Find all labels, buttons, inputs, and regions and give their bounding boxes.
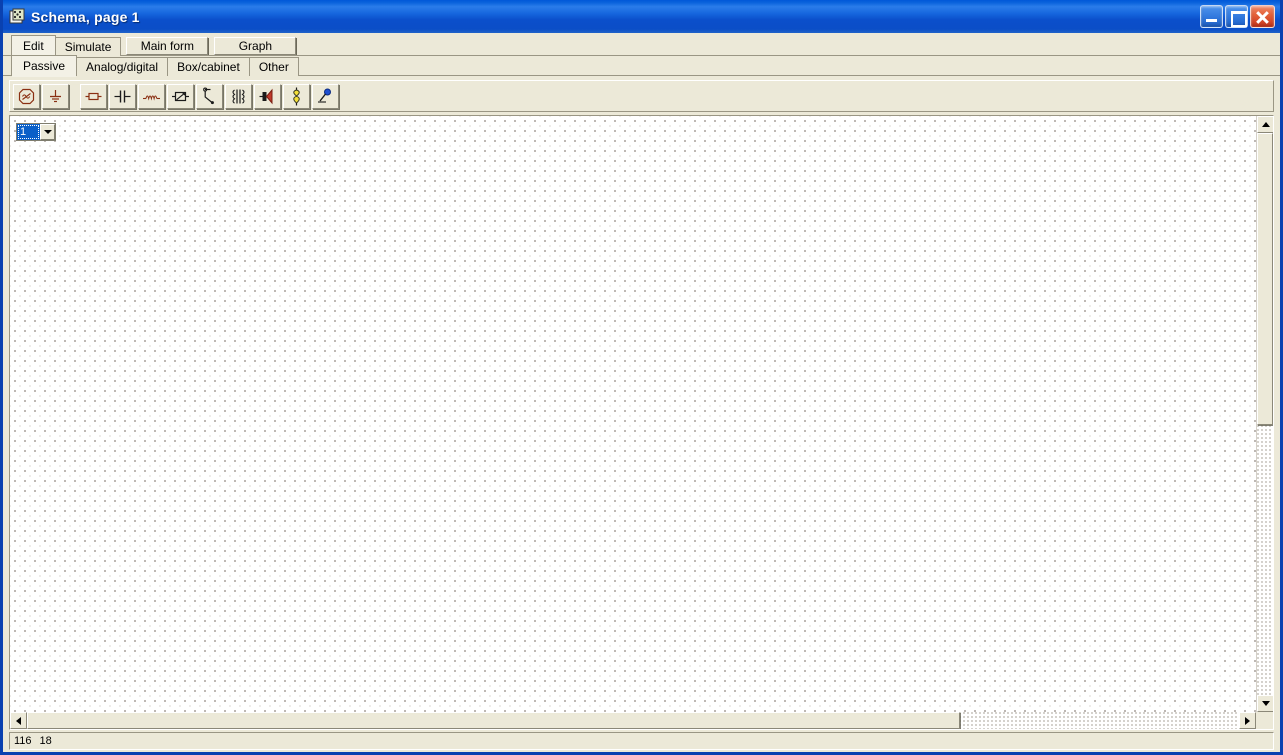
tab-other[interactable]: Other <box>249 57 299 76</box>
capacitor-tool-button[interactable] <box>109 84 136 109</box>
coord-x-value: 116 <box>14 735 32 747</box>
main-tab-row: Edit Simulate Main form Graph <box>3 35 1280 56</box>
tab-analog-digital[interactable]: Analog/digital <box>76 57 168 76</box>
vertical-scroll-trough[interactable] <box>1257 133 1273 695</box>
tab-edit-label: Edit <box>23 39 44 53</box>
coord-y-value: 18 <box>40 735 52 747</box>
scroll-right-icon <box>1245 717 1250 725</box>
inductor-icon <box>142 87 161 106</box>
page-selector-value: 1 <box>17 124 40 140</box>
title-bar: Schema, page 1 <box>3 0 1280 33</box>
lamp-tool-button[interactable] <box>283 84 310 109</box>
transformer-icon <box>229 87 248 106</box>
minimize-button[interactable] <box>1200 5 1223 28</box>
category-tab-row: Passive Analog/digital Box/cabinet Other <box>3 56 1280 76</box>
window-controls <box>1200 5 1278 28</box>
speaker-tool-button[interactable] <box>254 84 281 109</box>
horizontal-scrollbar[interactable] <box>10 712 1273 729</box>
schematic-canvas[interactable]: 1 <box>10 116 1256 712</box>
chevron-down-glyph <box>44 130 52 134</box>
vertical-scrollbar[interactable] <box>1256 116 1273 712</box>
capacitor-icon <box>113 87 132 106</box>
main-form-button[interactable]: Main form <box>126 37 208 55</box>
horizontal-scroll-thumb[interactable] <box>27 712 960 729</box>
switch-icon <box>200 87 219 106</box>
microphone-tool-button[interactable] <box>312 84 339 109</box>
inductor-tool-button[interactable] <box>138 84 165 109</box>
tab-edit[interactable]: Edit <box>11 35 56 56</box>
ac-source-icon <box>17 87 36 106</box>
scroll-left-button[interactable] <box>10 712 27 729</box>
canvas-row: 1 <box>10 116 1273 712</box>
toolbar-separator <box>71 84 80 109</box>
graph-button[interactable]: Graph <box>214 37 296 55</box>
schematic-client-area: 1 <box>9 115 1274 730</box>
tab-simulate[interactable]: Simulate <box>55 37 122 56</box>
scrollbar-corner <box>1256 712 1273 729</box>
scroll-left-icon <box>16 717 21 725</box>
tab-analog-digital-label: Analog/digital <box>86 60 158 74</box>
scroll-right-button[interactable] <box>1239 712 1256 729</box>
tab-passive[interactable]: Passive <box>11 55 77 76</box>
tab-simulate-label: Simulate <box>65 40 112 54</box>
ground-icon <box>46 87 65 106</box>
status-bar: 116 18 <box>9 732 1274 750</box>
cursor-coordinates-panel: 116 18 <box>10 735 56 747</box>
scroll-down-button[interactable] <box>1257 695 1274 712</box>
resistor-tool-button[interactable] <box>80 84 107 109</box>
tab-box-cabinet[interactable]: Box/cabinet <box>167 57 250 76</box>
component-toolbar <box>10 81 1273 111</box>
microphone-icon <box>316 87 335 106</box>
page-selector-combobox[interactable]: 1 <box>16 123 56 141</box>
resistor-icon <box>84 87 103 106</box>
main-form-label: Main form <box>141 39 194 53</box>
ac-source-tool-button[interactable] <box>13 84 40 109</box>
scroll-down-icon <box>1262 701 1270 706</box>
scroll-up-icon <box>1262 122 1270 127</box>
schema-editor-window: Schema, page 1 Edit Simulate Main form G… <box>0 0 1283 755</box>
maximize-button[interactable] <box>1225 5 1248 28</box>
scroll-up-button[interactable] <box>1257 116 1274 133</box>
speaker-icon <box>258 87 277 106</box>
ground-tool-button[interactable] <box>42 84 69 109</box>
potentiometer-icon <box>171 87 190 106</box>
close-button[interactable] <box>1250 5 1275 28</box>
schematic-app-icon <box>8 8 26 26</box>
vertical-scroll-thumb[interactable] <box>1257 133 1273 425</box>
tab-box-cabinet-label: Box/cabinet <box>177 60 240 74</box>
transformer-tool-button[interactable] <box>225 84 252 109</box>
tab-other-label: Other <box>259 60 289 74</box>
tab-passive-label: Passive <box>23 59 65 73</box>
window-title: Schema, page 1 <box>31 9 140 25</box>
component-toolbar-container <box>9 80 1274 112</box>
potentiometer-tool-button[interactable] <box>167 84 194 109</box>
chevron-down-icon[interactable] <box>40 124 55 140</box>
lamp-icon <box>287 87 306 106</box>
switch-tool-button[interactable] <box>196 84 223 109</box>
horizontal-scroll-trough[interactable] <box>27 712 1239 729</box>
tab-area: Edit Simulate Main form Graph Passive An… <box>3 33 1280 76</box>
graph-label: Graph <box>239 39 272 53</box>
